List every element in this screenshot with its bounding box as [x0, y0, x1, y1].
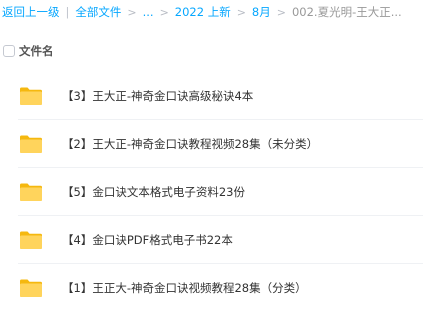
chevron-right-icon: > — [236, 5, 246, 19]
breadcrumb-year-folder[interactable]: 2022 上新 — [175, 4, 231, 20]
chevron-right-icon: > — [159, 5, 169, 19]
folder-icon — [20, 231, 42, 249]
file-name[interactable]: 【2】王大正-神奇金口诀教程视频28集（未分类） — [62, 136, 318, 152]
file-row[interactable]: 【2】王大正-神奇金口诀教程视频28集（未分类） — [18, 120, 423, 168]
file-list-header: 文件名 — [0, 36, 423, 66]
file-list: 【3】王大正-神奇金口诀高级秘诀4本 【2】王大正-神奇金口诀教程视频28集（未… — [0, 72, 423, 310]
breadcrumb-divider: | — [65, 5, 70, 19]
breadcrumb-ellipsis[interactable]: ... — [143, 5, 154, 19]
file-row[interactable]: 【3】王大正-神奇金口诀高级秘诀4本 — [18, 72, 423, 120]
folder-icon — [20, 183, 42, 201]
column-name-header[interactable]: 文件名 — [19, 43, 54, 59]
file-row[interactable]: 【4】金口诀PDF格式电子书22本 — [18, 216, 423, 264]
select-all-checkbox[interactable] — [3, 45, 15, 57]
folder-icon — [20, 135, 42, 153]
file-row[interactable]: 【1】王正大-神奇金口诀视频教程28集（分类） — [18, 264, 423, 310]
file-row[interactable]: 【5】金口诀文本格式电子资料23份 — [18, 168, 423, 216]
back-link[interactable]: 返回上一级 — [2, 4, 60, 20]
file-name[interactable]: 【1】王正大-神奇金口诀视频教程28集（分类） — [62, 280, 307, 296]
folder-icon — [20, 279, 42, 297]
breadcrumb: 返回上一级 | 全部文件 > ... > 2022 上新 > 8月 > 002.… — [0, 0, 423, 24]
file-name[interactable]: 【3】王大正-神奇金口诀高级秘诀4本 — [62, 88, 253, 104]
chevron-right-icon: > — [276, 5, 286, 19]
file-name[interactable]: 【5】金口诀文本格式电子资料23份 — [62, 184, 245, 200]
file-name[interactable]: 【4】金口诀PDF格式电子书22本 — [62, 232, 233, 248]
breadcrumb-all-files[interactable]: 全部文件 — [75, 4, 121, 20]
breadcrumb-month-folder[interactable]: 8月 — [252, 4, 271, 20]
breadcrumb-current: 002.夏光明-王大正... — [291, 5, 402, 19]
chevron-right-icon: > — [127, 5, 137, 19]
folder-icon — [20, 87, 42, 105]
